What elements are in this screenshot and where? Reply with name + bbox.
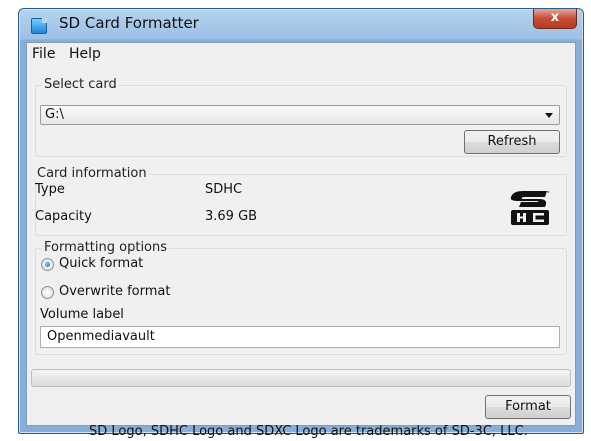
window-title: SD Card Formatter bbox=[59, 14, 199, 32]
app-window: SD Card Formatter x File Help Select car… bbox=[18, 8, 584, 439]
menu-bar: File Help bbox=[27, 43, 575, 65]
formatting-options-group: Formatting options Quick format Overwrit… bbox=[35, 240, 567, 355]
menu-help[interactable]: Help bbox=[69, 46, 101, 62]
overwrite-format-label[interactable]: Overwrite format bbox=[59, 284, 170, 299]
sd-card-app-icon bbox=[31, 18, 47, 34]
select-card-label: Select card bbox=[42, 77, 119, 92]
volume-label-value: Openmediavault bbox=[47, 329, 155, 344]
client-area: File Help Select card G:\ Refresh Card i… bbox=[26, 42, 576, 439]
sdhc-logo-icon: TM bbox=[510, 190, 550, 225]
type-label: Type bbox=[35, 182, 65, 197]
progress-bar bbox=[31, 369, 571, 387]
card-select-dropdown[interactable]: G:\ bbox=[40, 105, 560, 125]
capacity-value: 3.69 GB bbox=[205, 209, 258, 224]
volume-label-caption: Volume label bbox=[40, 307, 124, 322]
select-card-group: Select card G:\ Refresh bbox=[35, 77, 567, 157]
capacity-label: Capacity bbox=[35, 209, 92, 224]
chevron-down-icon[interactable] bbox=[545, 113, 553, 118]
volume-label-input[interactable]: Openmediavault bbox=[40, 326, 560, 348]
formatting-options-label: Formatting options bbox=[42, 240, 170, 255]
format-button[interactable]: Format bbox=[485, 395, 571, 419]
quick-format-label[interactable]: Quick format bbox=[59, 256, 143, 271]
close-button[interactable]: x bbox=[533, 9, 577, 29]
menu-file[interactable]: File bbox=[32, 46, 55, 62]
trademark-notice: SD Logo, SDHC Logo and SDXC Logo are tra… bbox=[89, 424, 528, 439]
overwrite-format-radio[interactable] bbox=[41, 286, 54, 299]
quick-format-radio[interactable] bbox=[41, 258, 54, 271]
card-information-group: Card information Type SDHC Capacity 3.69… bbox=[35, 166, 567, 236]
refresh-button[interactable]: Refresh bbox=[464, 130, 560, 154]
svg-text:TM: TM bbox=[544, 190, 550, 194]
type-value: SDHC bbox=[205, 182, 243, 197]
card-information-label: Card information bbox=[35, 166, 149, 181]
title-bar[interactable]: SD Card Formatter x bbox=[19, 9, 583, 42]
selected-drive: G:\ bbox=[45, 107, 64, 122]
